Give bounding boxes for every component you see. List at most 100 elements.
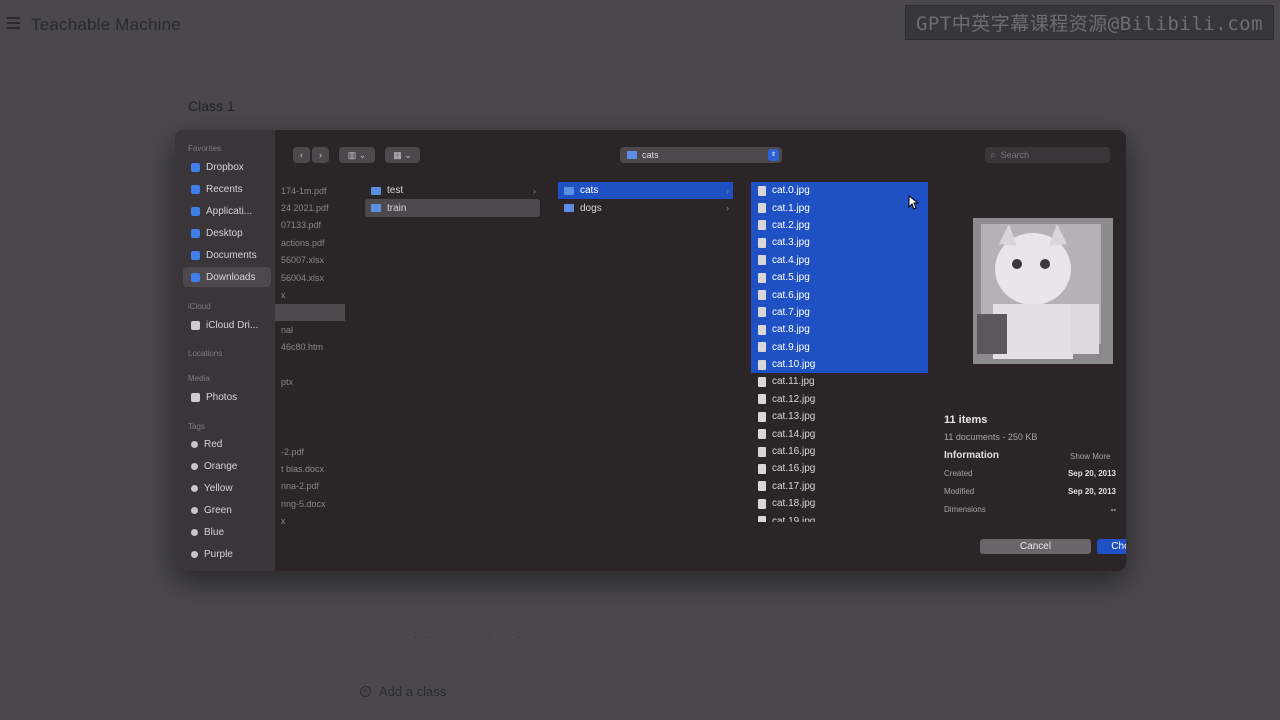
file-item[interactable]: cat.12.jpg	[751, 391, 928, 408]
choose-for-upload-button[interactable]: Choose for Upload	[1097, 539, 1126, 554]
info-dimensions: Dimensions --	[944, 505, 1116, 514]
divider-dots: ........	[414, 630, 533, 641]
sidebar-item-dropbox[interactable]: Dropbox	[183, 157, 271, 177]
back-button[interactable]: ‹	[293, 147, 310, 163]
list-item[interactable]: 56007.xlsx	[275, 252, 345, 269]
list-item[interactable]	[275, 303, 345, 322]
dimensions-label: Dimensions	[944, 505, 986, 514]
list-item[interactable]: 07133.pdf	[275, 217, 345, 234]
file-item[interactable]: cat.8.jpg	[751, 321, 928, 339]
file-item[interactable]: cat.9.jpg	[751, 338, 928, 356]
sidebar-item-icloud-drive[interactable]: iCloud Dri...	[183, 315, 271, 335]
cloud-icon	[191, 320, 200, 330]
sidebar-tag-orange[interactable]: Orange	[183, 456, 271, 476]
file-icon	[758, 481, 766, 492]
sidebar-item-label: Dropbox	[206, 161, 244, 173]
sidebar-item-applicati[interactable]: Applicati...	[183, 201, 271, 221]
folder-icon	[371, 186, 381, 195]
list-item[interactable]: x	[275, 286, 345, 303]
list-item[interactable]	[275, 356, 345, 373]
file-item[interactable]: cat.2.jpg	[751, 216, 928, 235]
file-label: cat.17.jpg	[772, 480, 816, 492]
file-item[interactable]: cat.11.jpg	[751, 373, 928, 390]
sidebar-item-label: iCloud Dri...	[206, 319, 259, 331]
list-item[interactable]	[275, 391, 345, 408]
back-icon: ‹	[300, 150, 303, 160]
sidebar-tag-green[interactable]: Green	[183, 500, 271, 520]
chevron-right-icon: ›	[726, 203, 729, 214]
sidebar-item-label: Documents	[206, 249, 257, 261]
search-field[interactable]: ⌕ Search	[985, 147, 1110, 163]
list-item[interactable]: nna-2.pdf	[275, 478, 345, 495]
list-item[interactable]: 56004.xlsx	[275, 269, 345, 286]
list-item[interactable]: actions.pdf	[275, 234, 345, 251]
column-cats: cat.0.jpg cat.1.jpg cat.2.jpg cat.3.jpg cat.…	[751, 182, 928, 522]
file-icon	[758, 498, 766, 509]
sidebar-tag-red[interactable]: Red	[183, 434, 271, 454]
file-label: cat.18.jpg	[772, 498, 816, 510]
sidebar-tag-purple[interactable]: Purple	[183, 544, 271, 564]
list-item[interactable]: ptx	[275, 373, 345, 390]
sidebar-item-photos[interactable]: Photos	[183, 387, 271, 407]
class-name-label[interactable]: Class 1	[188, 98, 235, 114]
file-icon	[758, 272, 766, 283]
column-view-button[interactable]: ▥ ⌄	[339, 147, 375, 163]
file-item[interactable]: cat.19.jpg	[751, 512, 928, 522]
folder-item-cats[interactable]: cats ›	[558, 182, 733, 200]
list-item[interactable]: 24 2021.pdf	[275, 199, 345, 216]
file-item[interactable]: cat.14.jpg	[751, 425, 928, 442]
file-item[interactable]: cat.17.jpg	[751, 478, 928, 495]
preview-image	[953, 214, 1113, 364]
sidebar-item-documents[interactable]: Documents	[183, 245, 271, 265]
list-item[interactable]	[275, 425, 345, 442]
sidebar-tag-yellow[interactable]: Yellow	[183, 478, 271, 498]
sidebar-item-downloads[interactable]: Downloads	[183, 267, 271, 287]
file-icon	[758, 394, 766, 405]
file-item[interactable]: cat.16.jpg	[751, 460, 928, 477]
file-item[interactable]: cat.1.jpg	[751, 199, 928, 217]
file-icon	[758, 411, 766, 422]
file-icon	[758, 429, 766, 440]
list-item[interactable]: nal	[275, 321, 345, 338]
sidebar-item-desktop[interactable]: Desktop	[183, 223, 271, 243]
file-icon	[758, 376, 766, 387]
path-popup[interactable]: cats ⇕	[620, 147, 782, 163]
list-item[interactable]: -2.pdf	[275, 443, 345, 460]
file-item[interactable]: cat.6.jpg	[751, 286, 928, 304]
file-item[interactable]: cat.5.jpg	[751, 268, 928, 287]
file-item[interactable]: cat.3.jpg	[751, 234, 928, 252]
folder-item-dogs[interactable]: dogs ›	[558, 199, 733, 216]
folder-item-train[interactable]: train	[365, 199, 540, 217]
sidebar-tag-blue[interactable]: Blue	[183, 522, 271, 542]
sidebar-item-label: Yellow	[204, 482, 233, 494]
list-item[interactable]: t bias.docx	[275, 460, 345, 477]
show-more-link[interactable]: Show More	[1070, 452, 1110, 461]
folder-item-test[interactable]: test ›	[365, 182, 540, 199]
file-item[interactable]: cat.16.jpg	[751, 443, 928, 460]
grid-view-button[interactable]: ▦ ⌄	[385, 147, 420, 163]
list-item[interactable]: nng-5.docx	[275, 495, 345, 512]
file-item[interactable]: cat.0.jpg	[751, 182, 928, 200]
menu-icon[interactable]	[7, 17, 20, 29]
file-label: cat.9.jpg	[772, 341, 810, 353]
column-data: test › train	[365, 182, 540, 217]
file-label: cat.1.jpg	[772, 202, 810, 214]
file-item[interactable]: cat.18.jpg	[751, 495, 928, 512]
file-item[interactable]: cat.7.jpg	[751, 303, 928, 322]
sidebar-item-recents[interactable]: Recents	[183, 179, 271, 199]
modified-label: Modified	[944, 487, 975, 496]
list-item[interactable]: x	[275, 512, 345, 529]
list-item[interactable]	[275, 408, 345, 425]
cancel-button[interactable]: Cancel	[980, 539, 1091, 554]
dimensions-value: --	[1110, 505, 1116, 514]
add-class-button[interactable]: + Add a class	[360, 684, 446, 699]
list-item[interactable]: 174-1m.pdf	[275, 182, 345, 199]
tag-dot-icon	[191, 462, 198, 470]
file-item[interactable]: cat.4.jpg	[751, 251, 928, 269]
file-item[interactable]: cat.13.jpg	[751, 408, 928, 425]
file-item[interactable]: cat.10.jpg	[751, 355, 928, 374]
forward-button[interactable]: ›	[312, 147, 329, 163]
list-item[interactable]: 46c80.htm	[275, 339, 345, 356]
columns-icon: ▥ ⌄	[347, 149, 367, 160]
tag-dot-icon	[191, 484, 198, 492]
